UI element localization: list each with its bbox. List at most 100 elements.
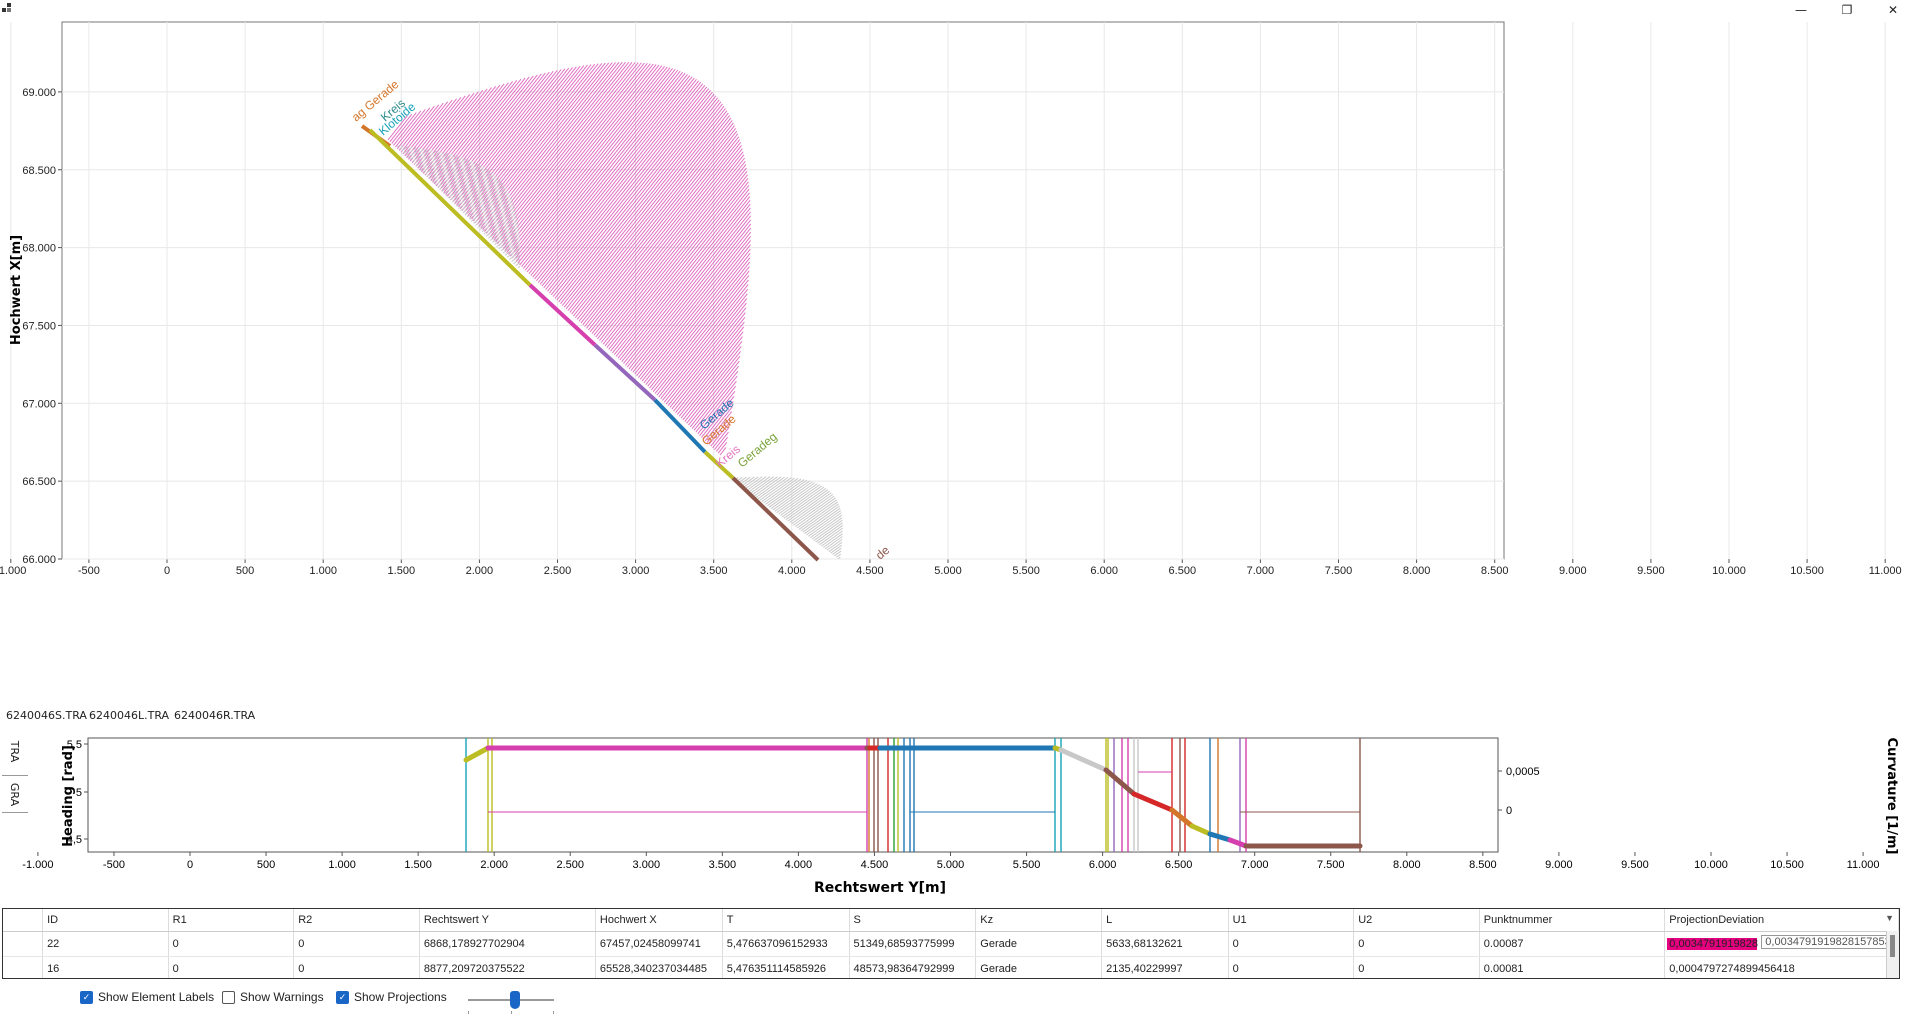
cell-hochwert[interactable]: 65528,340237034485 bbox=[595, 956, 723, 978]
tab-file-l[interactable]: 6240046L.TRA bbox=[85, 708, 173, 723]
col-punktnummer[interactable]: Punktnummer bbox=[1479, 909, 1666, 932]
row-header-corner bbox=[3, 909, 44, 932]
x-tick-label: 10.500 bbox=[1790, 565, 1824, 577]
cell-u2[interactable]: 0 bbox=[1353, 956, 1480, 978]
cell-id[interactable]: 22 bbox=[42, 931, 169, 957]
y-tick-label: 68.000 bbox=[22, 243, 56, 255]
checkbox-icon[interactable] bbox=[222, 990, 235, 1004]
show-element-labels-checkbox[interactable]: ✓ Show Element Labels bbox=[80, 990, 214, 1004]
cell-u2[interactable]: 0 bbox=[1353, 931, 1480, 957]
checkbox-icon[interactable]: ✓ bbox=[80, 990, 93, 1004]
cell-r2[interactable]: 0 bbox=[293, 956, 420, 978]
col-t[interactable]: T bbox=[722, 909, 850, 932]
cell-s[interactable]: 51349,68593775999 bbox=[849, 931, 977, 957]
cell-rechtswert[interactable]: 8877,209720375522 bbox=[419, 956, 596, 978]
tab-file-r[interactable]: 6240046R.TRA bbox=[170, 708, 259, 723]
cell-r2[interactable]: 0 bbox=[293, 931, 420, 957]
cell-r1[interactable]: 0 bbox=[168, 956, 295, 978]
x-tick-label: 3.000 bbox=[633, 859, 661, 871]
scroll-thumb[interactable] bbox=[1890, 935, 1895, 957]
x-axis-title: Rechtswert Y[m] bbox=[814, 880, 946, 896]
col-u2[interactable]: U2 bbox=[1353, 909, 1480, 932]
col-r1[interactable]: R1 bbox=[168, 909, 295, 932]
x-tick-label: 500 bbox=[236, 565, 254, 577]
table-row[interactable]: 16 0 0 8877,209720375522 65528,340237034… bbox=[3, 956, 1899, 978]
col-hochwert[interactable]: Hochwert X bbox=[595, 909, 723, 932]
checkbox-icon[interactable]: ✓ bbox=[336, 990, 349, 1004]
x-tick-label: 9.000 bbox=[1545, 859, 1573, 871]
tab-file-s[interactable]: 6240046S.TRA bbox=[2, 708, 91, 724]
x-tick-label: -500 bbox=[103, 859, 125, 871]
x-tick-label: 8.500 bbox=[1481, 565, 1509, 577]
show-warnings-label: Show Warnings bbox=[240, 990, 324, 1004]
cell-rechtswert[interactable]: 6868,178927702904 bbox=[419, 931, 596, 957]
col-u1[interactable]: U1 bbox=[1228, 909, 1355, 932]
x-tick-label: 4.500 bbox=[856, 565, 884, 577]
x-tick-label: -1.000 bbox=[0, 565, 26, 577]
x-tick-label: 1.000 bbox=[328, 859, 356, 871]
show-element-labels-label: Show Element Labels bbox=[98, 990, 215, 1004]
cell-r1[interactable]: 0 bbox=[168, 931, 295, 957]
show-projections-checkbox[interactable]: ✓ Show Projections bbox=[336, 990, 447, 1004]
col-s[interactable]: S bbox=[849, 909, 977, 932]
slider-thumb[interactable] bbox=[510, 991, 521, 1009]
cell-punktnummer[interactable]: 0.00087 bbox=[1479, 931, 1666, 957]
x-tick-label: 0 bbox=[187, 859, 193, 871]
x-tick-label: 5.500 bbox=[1013, 859, 1041, 871]
x-tick-label: 4.000 bbox=[785, 859, 813, 871]
y-right-tick-label: 0,0005 bbox=[1506, 766, 1540, 778]
projection-density-slider[interactable] bbox=[468, 991, 554, 1014]
col-projection-deviation[interactable]: ProjectionDeviation ▼ bbox=[1664, 909, 1899, 932]
x-tick-label: 1.500 bbox=[404, 859, 432, 871]
col-rechtswert[interactable]: Rechtswert Y bbox=[419, 909, 596, 932]
cell-projection-deviation[interactable]: 0,0034791919828 0,0034791919828157853 bbox=[1664, 931, 1899, 957]
x-tick-label: -1.000 bbox=[22, 859, 53, 871]
restore-icon[interactable]: ❐ bbox=[1824, 0, 1870, 20]
col-kz[interactable]: Kz bbox=[975, 909, 1103, 932]
x-tick-label: 10.500 bbox=[1770, 859, 1804, 871]
cell-t[interactable]: 5,476351114585926 bbox=[722, 956, 850, 978]
table-row[interactable]: 22 0 0 6868,178927702904 67457,024580997… bbox=[3, 931, 1899, 957]
minimize-icon[interactable]: — bbox=[1778, 0, 1824, 20]
col-l[interactable]: L bbox=[1101, 909, 1229, 932]
cell-punktnummer[interactable]: 0.00081 bbox=[1479, 956, 1666, 978]
x-tick-label: 0 bbox=[164, 565, 170, 577]
show-warnings-checkbox[interactable]: Show Warnings bbox=[222, 990, 324, 1004]
cell-l[interactable]: 5633,68132621 bbox=[1101, 931, 1229, 957]
col-r2[interactable]: R2 bbox=[293, 909, 420, 932]
table-header: ID R1 R2 Rechtswert Y Hochwert X T S Kz … bbox=[3, 909, 1899, 932]
close-icon[interactable]: ✕ bbox=[1870, 0, 1916, 20]
elements-grid[interactable]: ID R1 R2 Rechtswert Y Hochwert X T S Kz … bbox=[2, 908, 1900, 979]
cell-u1[interactable]: 0 bbox=[1228, 956, 1355, 978]
cell-l[interactable]: 2135,40229997 bbox=[1101, 956, 1229, 978]
deviation-value: 0,0004797274899456418 bbox=[1669, 963, 1795, 975]
row-header[interactable] bbox=[3, 931, 44, 957]
x-tick-label: 7.000 bbox=[1241, 859, 1269, 871]
x-tick-label: 5.000 bbox=[934, 565, 962, 577]
cell-t[interactable]: 5,476637096152933 bbox=[722, 931, 850, 957]
cell-projection-deviation[interactable]: 0,0004797274899456418 bbox=[1664, 956, 1899, 978]
y-left-axis-title: Heading [rad] bbox=[61, 745, 76, 847]
cell-u1[interactable]: 0 bbox=[1228, 931, 1355, 957]
y-left-tick-label: 5 bbox=[76, 787, 82, 799]
cell-id[interactable]: 16 bbox=[42, 956, 169, 978]
row-header[interactable] bbox=[3, 956, 44, 978]
x-tick-label: 2.000 bbox=[480, 859, 508, 871]
sort-dropdown-icon[interactable]: ▼ bbox=[1885, 913, 1894, 923]
grid-scrollbar[interactable] bbox=[1886, 931, 1899, 978]
options-bar: ✓ Show Element Labels Show Warnings ✓ Sh… bbox=[0, 985, 1916, 1025]
alignment-plot[interactable]: -1.000 -500 0 500 1.000 1.500 2.000 2.500 3.000 3… bbox=[0, 20, 1916, 720]
cell-hochwert[interactable]: 67457,02458099741 bbox=[595, 931, 723, 957]
x-tick-label: 11.000 bbox=[1869, 565, 1902, 577]
x-tick-label: 500 bbox=[257, 859, 275, 871]
x-tick-label: 9.000 bbox=[1559, 565, 1587, 577]
cell-s[interactable]: 48573,98364792999 bbox=[849, 956, 977, 978]
heading-curvature-plot[interactable]: -1.000 -500 0 500 1.000 1.500 2.000 2.500 3.000 3… bbox=[0, 728, 1916, 905]
x-tick-label: 4.000 bbox=[778, 565, 806, 577]
col-id[interactable]: ID bbox=[42, 909, 169, 932]
cell-kz[interactable]: Gerade bbox=[975, 931, 1103, 957]
slider-tick bbox=[553, 1011, 554, 1014]
cell-kz[interactable]: Gerade bbox=[975, 956, 1103, 978]
x-tick-label: 2.500 bbox=[544, 565, 572, 577]
x-tick-label: 7.500 bbox=[1317, 859, 1345, 871]
